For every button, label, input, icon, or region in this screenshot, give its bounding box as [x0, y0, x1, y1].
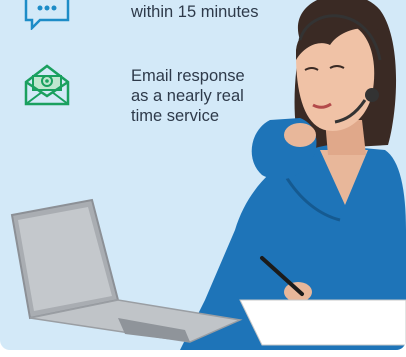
info-card: within 15 minutes Email response as a ne…: [0, 0, 406, 350]
email-feature-line: Email response: [131, 67, 245, 85]
email-feature-line: as a nearly real: [131, 87, 244, 105]
chat-icon: [24, 0, 70, 35]
email-icon: [22, 62, 72, 113]
email-feature-line: time service: [131, 107, 220, 125]
chat-feature-text: within 15 minutes: [131, 3, 259, 21]
support-agent-illustration: [10, 0, 406, 350]
email-feature-text: Email response as a nearly real time ser…: [131, 66, 245, 126]
